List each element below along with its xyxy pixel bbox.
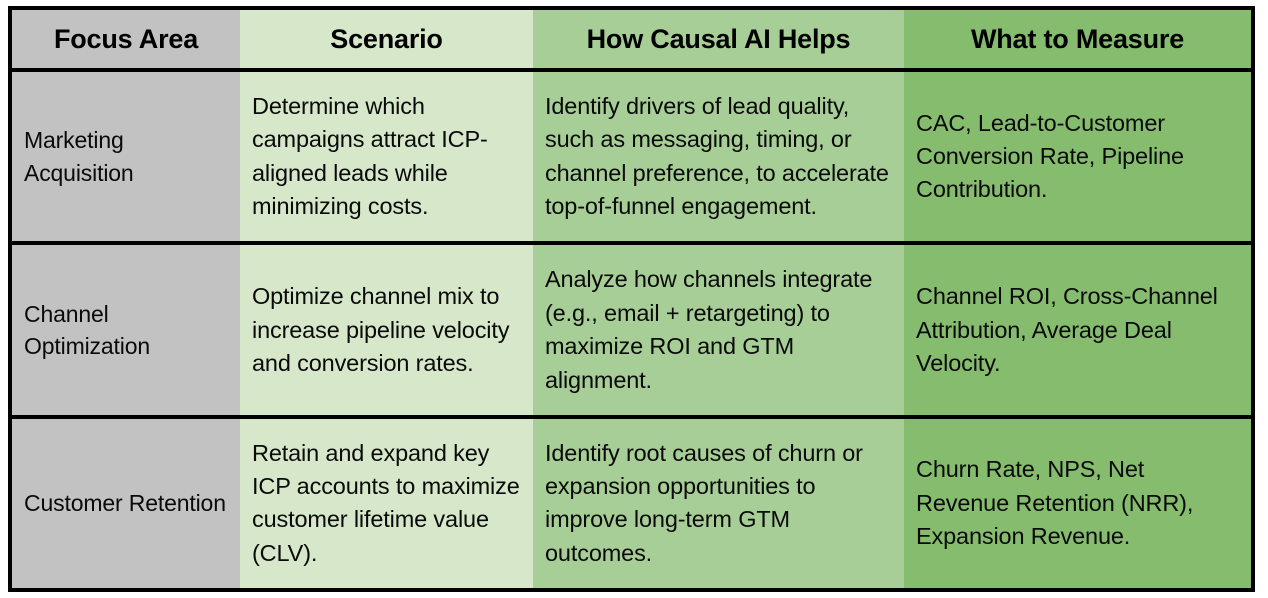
cell-how-causal-ai-helps-text: Analyze how channels integrate (e.g., em… — [545, 266, 873, 393]
cell-scenario: Retain and expand key ICP accounts to ma… — [240, 414, 533, 588]
cell-scenario-text: Optimize channel mix to increase pipelin… — [252, 283, 510, 376]
cell-focus-area-text: Marketing Acquisition — [24, 127, 134, 186]
column-header-how-causal-ai-helps-label: How Causal AI Helps — [586, 23, 851, 54]
cell-how-causal-ai-helps: Identify root causes of churn or expansi… — [533, 414, 904, 588]
cell-what-to-measure: CAC, Lead-to-Customer Conversion Rate, P… — [904, 70, 1251, 244]
column-header-focus-area: Focus Area — [12, 10, 240, 70]
cell-scenario: Determine which campaigns attract ICP-al… — [240, 70, 533, 244]
cell-how-causal-ai-helps-text: Identify drivers of lead quality, such a… — [545, 93, 889, 220]
table-body: Marketing Acquisition Determine which ca… — [12, 70, 1251, 588]
table-row: Channel Optimization Optimize channel mi… — [12, 241, 1251, 417]
causal-ai-use-cases-table: Focus Area Scenario How Causal AI Helps … — [12, 10, 1251, 588]
cell-how-causal-ai-helps: Identify drivers of lead quality, such a… — [533, 70, 904, 244]
cell-what-to-measure: Channel ROI, Cross-Channel Attribution, … — [904, 241, 1251, 417]
cell-what-to-measure: Churn Rate, NPS, Net Revenue Retention (… — [904, 414, 1251, 588]
table-header: Focus Area Scenario How Causal AI Helps … — [12, 10, 1251, 70]
column-header-scenario: Scenario — [240, 10, 533, 70]
column-header-what-to-measure-label: What to Measure — [970, 23, 1185, 54]
cell-what-to-measure-text: CAC, Lead-to-Customer Conversion Rate, P… — [916, 109, 1184, 203]
column-header-how-causal-ai-helps: How Causal AI Helps — [533, 10, 904, 70]
column-header-scenario-label: Scenario — [330, 23, 443, 54]
cell-focus-area: Marketing Acquisition — [12, 70, 240, 244]
table-row: Customer Retention Retain and expand key… — [12, 414, 1251, 588]
cell-focus-area: Customer Retention — [12, 414, 240, 588]
table-row: Marketing Acquisition Determine which ca… — [12, 70, 1251, 244]
column-header-what-to-measure: What to Measure — [904, 10, 1251, 70]
table-header-row: Focus Area Scenario How Causal AI Helps … — [12, 10, 1251, 70]
cell-scenario-text: Determine which campaigns attract ICP-al… — [252, 93, 488, 220]
cell-focus-area-text: Customer Retention — [24, 490, 226, 517]
cell-scenario-text: Retain and expand key ICP accounts to ma… — [252, 439, 520, 566]
column-header-focus-area-label: Focus Area — [53, 23, 199, 54]
cell-focus-area-text: Channel Optimization — [24, 300, 151, 360]
cell-scenario: Optimize channel mix to increase pipelin… — [240, 241, 533, 417]
cell-what-to-measure-text: Channel ROI, Cross-Channel Attribution, … — [916, 283, 1218, 376]
cell-how-causal-ai-helps: Analyze how channels integrate (e.g., em… — [533, 241, 904, 417]
cell-how-causal-ai-helps-text: Identify root causes of churn or expansi… — [545, 439, 863, 566]
cell-focus-area: Channel Optimization — [12, 241, 240, 417]
cell-what-to-measure-text: Churn Rate, NPS, Net Revenue Retention (… — [916, 456, 1194, 550]
